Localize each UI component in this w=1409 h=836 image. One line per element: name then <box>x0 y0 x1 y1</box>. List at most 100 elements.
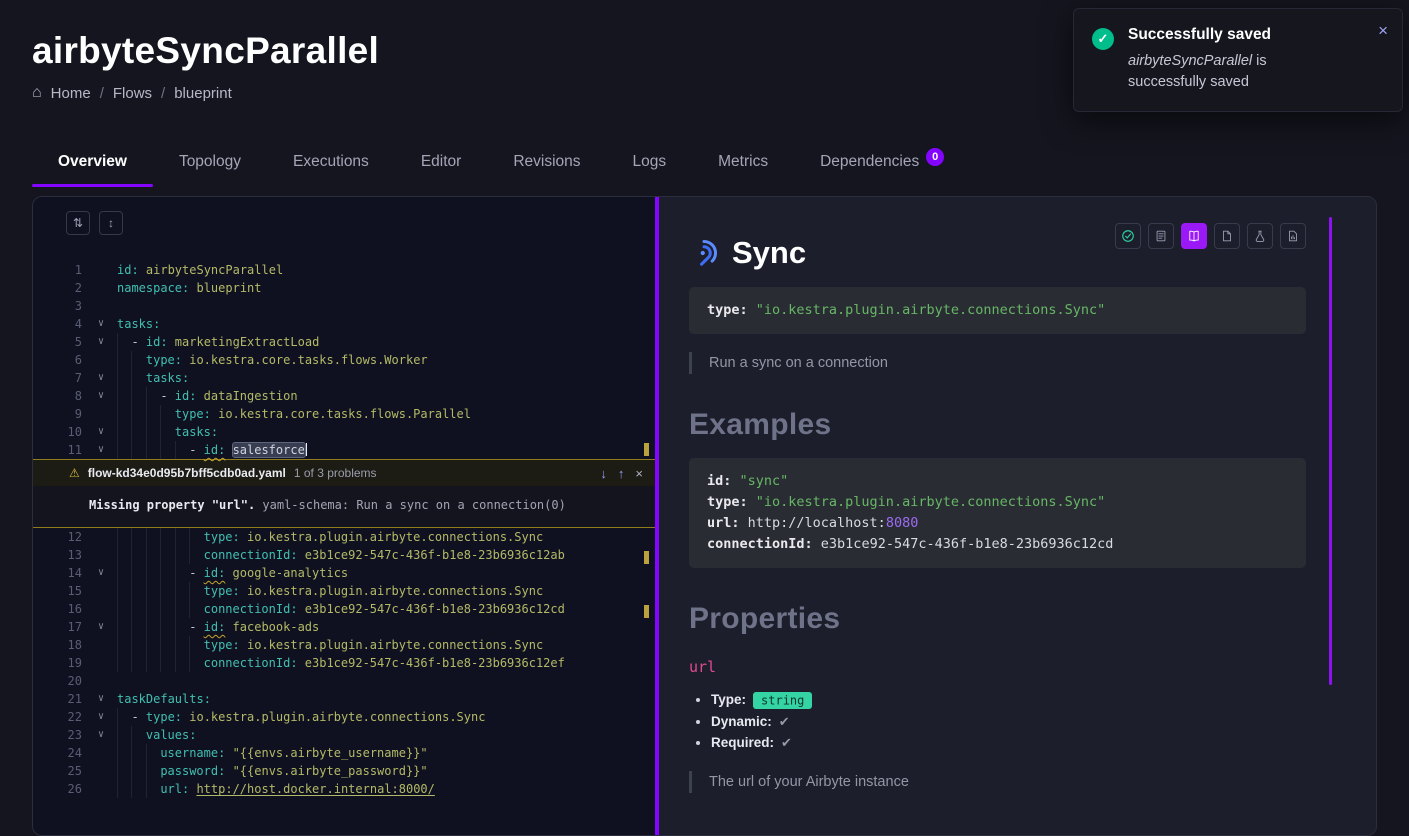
code-line[interactable]: 12type: io.kestra.plugin.airbyte.connect… <box>33 528 655 546</box>
tab-editor[interactable]: Editor <box>395 142 488 187</box>
problems-panel: ⚠ flow-kd34e0d95b7bff5cdb0ad.yaml 1 of 3… <box>33 459 655 528</box>
code-line[interactable]: 5∨- id: marketingExtractLoad <box>33 333 655 351</box>
fold-chevron-icon[interactable]: ∨ <box>89 423 113 441</box>
validation-success-icon[interactable] <box>1115 223 1141 249</box>
code-line[interactable]: 16connectionId: e3b1ce92-547c-436f-b1e8-… <box>33 600 655 618</box>
flow-overview-panel: ⇅↕ 1id: airbyteSyncParallel2namespace: b… <box>32 196 1377 836</box>
check-icon: ✔ <box>781 735 792 750</box>
code-line[interactable]: 6type: io.kestra.core.tasks.flows.Worker <box>33 351 655 369</box>
schema-file-icon[interactable] <box>1214 223 1240 249</box>
editor-panel: ⇅↕ 1id: airbyteSyncParallel2namespace: b… <box>33 197 655 835</box>
breadcrumb-separator: / <box>161 85 165 102</box>
docs-panel: Sync type: "io.kestra.plugin.airbyte.con… <box>659 197 1376 835</box>
breadcrumb-home[interactable]: Home <box>51 85 91 102</box>
code-line[interactable]: 14∨- id: google-analytics <box>33 564 655 582</box>
toast-title: Successfully saved <box>1128 26 1333 44</box>
code-line[interactable]: 24username: "{{envs.airbyte_username}}" <box>33 744 655 762</box>
next-problem-button[interactable]: ↓ <box>600 466 607 481</box>
code-line[interactable]: 2namespace: blueprint <box>33 279 655 297</box>
code-line[interactable]: 17∨- id: facebook-ads <box>33 618 655 636</box>
warning-icon: ⚠ <box>69 466 80 480</box>
toast-close-button[interactable]: × <box>1378 22 1388 39</box>
code-line[interactable]: 4∨tasks: <box>33 315 655 333</box>
properties-heading: Properties <box>689 602 1306 636</box>
examples-heading: Examples <box>689 408 1306 442</box>
tab-logs[interactable]: Logs <box>607 142 693 187</box>
collapse-all-button[interactable]: ⇅ <box>66 211 90 235</box>
property-attribute: Dynamic:✔ <box>711 711 1306 732</box>
code-line[interactable]: 10∨tasks: <box>33 423 655 441</box>
code-line[interactable]: 18type: io.kestra.plugin.airbyte.connect… <box>33 636 655 654</box>
airbyte-plugin-icon <box>689 238 719 268</box>
type-badge: string <box>753 692 812 709</box>
code-line[interactable]: 7∨tasks: <box>33 369 655 387</box>
fold-chevron-icon[interactable]: ∨ <box>89 315 113 333</box>
code-line[interactable]: 13connectionId: e3b1ce92-547c-436f-b1e8-… <box>33 546 655 564</box>
toast-message: airbyteSyncParallel is successfully save… <box>1128 51 1333 93</box>
success-check-icon: ✓ <box>1092 28 1114 50</box>
property-attributes: Type:stringDynamic:✔Required:✔ <box>711 689 1306 753</box>
tests-icon[interactable] <box>1247 223 1273 249</box>
fold-chevron-icon[interactable]: ∨ <box>89 726 113 744</box>
tab-executions[interactable]: Executions <box>267 142 395 187</box>
check-icon: ✔ <box>779 714 790 729</box>
problems-actions: ↓ ↑ × <box>600 466 643 481</box>
warning-ruler-mark <box>644 443 649 456</box>
problem-message-rest: yaml-schema: Run a sync on a connection(… <box>255 498 566 512</box>
type-code-block: type: "io.kestra.plugin.airbyte.connecti… <box>689 287 1306 334</box>
fold-chevron-icon[interactable]: ∨ <box>89 708 113 726</box>
close-problems-button[interactable]: × <box>635 466 643 481</box>
page-header: airbyteSyncParallel ⌂ Home / Flows / blu… <box>32 30 379 102</box>
fold-chevron-icon[interactable]: ∨ <box>89 369 113 387</box>
fold-chevron-icon[interactable]: ∨ <box>89 333 113 351</box>
tab-metrics[interactable]: Metrics <box>692 142 794 187</box>
code-line[interactable]: 25password: "{{envs.airbyte_password}}" <box>33 762 655 780</box>
problems-count: 1 of 3 problems <box>294 466 377 480</box>
source-file-icon[interactable] <box>1148 223 1174 249</box>
fold-chevron-icon[interactable]: ∨ <box>89 387 113 405</box>
code-line[interactable]: 11∨- id: salesforce <box>33 441 655 459</box>
tab-dependencies[interactable]: Dependencies0 <box>794 142 970 187</box>
blueprints-icon[interactable] <box>1280 223 1306 249</box>
code-line[interactable]: 19connectionId: e3b1ce92-547c-436f-b1e8-… <box>33 654 655 672</box>
plugin-title: Sync <box>732 235 806 271</box>
page-title: airbyteSyncParallel <box>32 30 379 72</box>
tab-revisions[interactable]: Revisions <box>487 142 606 187</box>
code-line[interactable]: 26url: http://host.docker.internal:8000/ <box>33 780 655 798</box>
code-line[interactable]: 22∨- type: io.kestra.plugin.airbyte.conn… <box>33 708 655 726</box>
breadcrumb-flows[interactable]: Flows <box>113 85 152 102</box>
fold-chevron-icon[interactable]: ∨ <box>89 618 113 636</box>
toast-content: Successfully saved airbyteSyncParallel i… <box>1128 26 1333 93</box>
code-lines: 1id: airbyteSyncParallel2namespace: blue… <box>33 261 655 798</box>
breadcrumb-separator: / <box>100 85 104 102</box>
property-attribute: Required:✔ <box>711 732 1306 753</box>
fold-chevron-icon[interactable]: ∨ <box>89 690 113 708</box>
problem-message[interactable]: Missing property "url". yaml-schema: Run… <box>33 486 655 527</box>
fold-chevron-icon[interactable]: ∨ <box>89 564 113 582</box>
home-icon[interactable]: ⌂ <box>32 84 42 102</box>
code-line[interactable]: 3 <box>33 297 655 315</box>
editor-toolbar: ⇅↕ <box>66 211 655 235</box>
warning-ruler-mark <box>644 605 649 618</box>
example-code-block: id: "sync"type: "io.kestra.plugin.airbyt… <box>689 458 1306 568</box>
code-line[interactable]: 21∨taskDefaults: <box>33 690 655 708</box>
docs-toolbar <box>1115 223 1306 249</box>
code-line[interactable]: 23∨values: <box>33 726 655 744</box>
documentation-icon[interactable] <box>1181 223 1207 249</box>
code-line[interactable]: 1id: airbyteSyncParallel <box>33 261 655 279</box>
expand-all-button[interactable]: ↕ <box>99 211 123 235</box>
code-line[interactable]: 9type: io.kestra.core.tasks.flows.Parall… <box>33 405 655 423</box>
property-description: The url of your Airbyte instance <box>689 771 1306 793</box>
breadcrumb: ⌂ Home / Flows / blueprint <box>32 84 379 102</box>
tab-overview[interactable]: Overview <box>32 142 153 187</box>
code-line[interactable]: 20 <box>33 672 655 690</box>
code-line[interactable]: 15type: io.kestra.plugin.airbyte.connect… <box>33 582 655 600</box>
prev-problem-button[interactable]: ↑ <box>618 466 625 481</box>
docs-scrollbar-thumb[interactable] <box>1329 217 1332 685</box>
property-attribute: Type:string <box>711 689 1306 711</box>
fold-chevron-icon[interactable]: ∨ <box>89 441 113 459</box>
code-line[interactable]: 8∨- id: dataIngestion <box>33 387 655 405</box>
breadcrumb-namespace[interactable]: blueprint <box>174 85 232 102</box>
tab-topology[interactable]: Topology <box>153 142 267 187</box>
toast-success: ✓ Successfully saved airbyteSyncParallel… <box>1073 8 1403 112</box>
